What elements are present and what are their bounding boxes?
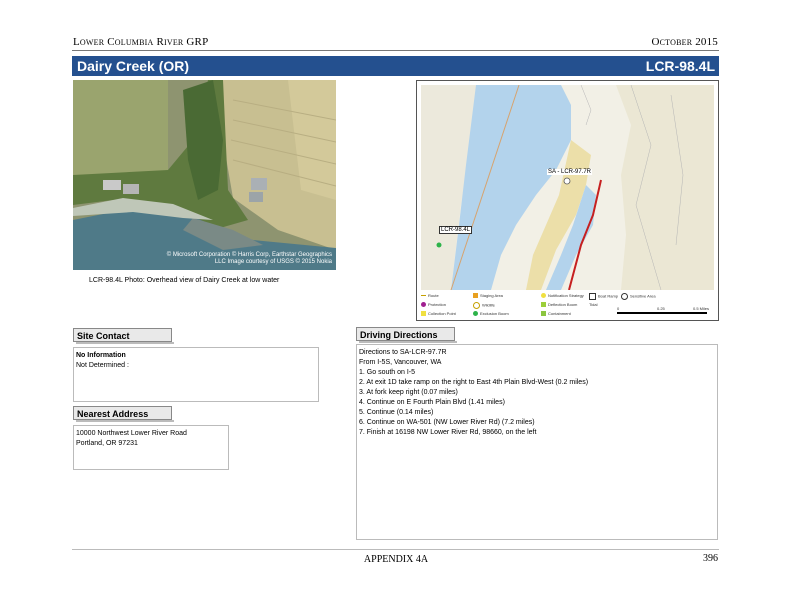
map-label-staging-area: SA - LCR-97.7R: [547, 169, 593, 175]
header-title: Lower Columbia River GRP: [73, 36, 209, 48]
north-arrow-icon: [621, 293, 628, 300]
legend-deflection: Deflection Boom: [548, 302, 578, 307]
map-legend: Route Protection Collection Point Stagin…: [421, 291, 714, 318]
route-line-icon: [421, 295, 426, 297]
direction-line: 3. At fork keep right (0.07 miles): [359, 389, 458, 396]
site-contact-detail: Not Determined :: [76, 362, 129, 369]
site-name: Dairy Creek (OR): [77, 58, 190, 74]
direction-line: From I-5S, Vancouver, WA: [359, 359, 442, 366]
site-map: SA - LCR-97.7R LCR-98.4L Route Protectio…: [416, 80, 719, 321]
header-date: October 2015: [651, 36, 718, 48]
nearest-address-box: 10000 Northwest Lower River Road Portlan…: [73, 425, 229, 470]
legend-notification: Notification Strategy: [548, 293, 584, 298]
protection-dot-icon: [421, 302, 426, 308]
scale-0: 0: [617, 306, 620, 311]
photo-caption: LCR-98.4L Photo: Overhead view of Dairy …: [89, 277, 280, 284]
collection-icon: [421, 311, 426, 317]
legend-collection: Collection Point: [428, 311, 456, 316]
direction-line: 1. Go south on I-5: [359, 369, 416, 376]
address-line-1: 10000 Northwest Lower River Road: [76, 430, 187, 437]
direction-line: 7. Finish at 16198 NW Lower River Rd, 98…: [359, 429, 537, 436]
direction-line: 4. Continue on E Fourth Plain Blvd (1.41…: [359, 399, 505, 406]
site-code: LCR-98.4L: [645, 58, 715, 74]
containment-icon: [541, 311, 546, 317]
header-rule: [72, 50, 719, 51]
map-image: [421, 85, 714, 290]
direction-line: Directions to SA-LCR-97.7R: [359, 349, 447, 356]
driving-directions-box: Directions to SA-LCR-97.7R From I-5S, Va…: [356, 344, 718, 540]
direction-line: 5. Continue (0.14 miles): [359, 409, 434, 416]
site-contact-label: Site Contact: [73, 328, 174, 344]
nearest-address-label: Nearest Address: [73, 406, 174, 422]
exclusion-boom-icon: [473, 311, 478, 317]
driving-directions-label: Driving Directions: [356, 327, 457, 343]
scale-1: 0.25: [657, 306, 665, 311]
site-title-bar: Dairy Creek (OR) LCR-98.4L: [72, 56, 719, 76]
photo-credit-line-1: © Microsoft Corporation © Harris Corp, E…: [166, 252, 332, 258]
direction-line: 6. Continue on WA-501 (NW Lower River Rd…: [359, 419, 535, 426]
scale-2: 0.5 Miles: [693, 306, 710, 311]
deflection-boom-icon: [541, 302, 546, 308]
map-label-site: LCR-98.4L: [439, 226, 473, 234]
legend-sensitive: Sensitive Area: [630, 293, 656, 299]
site-contact-box: No Information Not Determined :: [73, 347, 319, 402]
legend-route: Route: [428, 293, 439, 298]
legend-containment: Containment: [548, 311, 571, 316]
aerial-photo: © Microsoft Corporation © Harris Corp, E…: [73, 80, 336, 270]
footer-rule: [72, 549, 719, 550]
address-line-2: Portland, OR 97231: [76, 440, 138, 447]
staging-area-icon: [473, 293, 478, 299]
footer-appendix: APPENDIX 4A: [363, 554, 429, 565]
legend-boat-ramp: Boat Ramp: [598, 293, 619, 299]
wildlife-icon: [473, 302, 480, 309]
aerial-photo-image: [73, 80, 336, 270]
legend-tidal: Tidal: [589, 302, 598, 307]
photo-credit-line-2: LLC Image courtesy of USGS © 2015 Nokia: [214, 259, 332, 265]
boat-ramp-icon: [589, 293, 596, 300]
site-contact-name: No Information: [76, 352, 126, 359]
direction-line: 2. At exit 1D take ramp on the right to …: [359, 379, 589, 386]
scale-bar: [617, 312, 707, 314]
footer-page-number: 396: [703, 553, 718, 564]
legend-protection: Protection: [428, 302, 447, 307]
map-canvas: SA - LCR-97.7R LCR-98.4L: [421, 85, 714, 290]
notification-icon: [541, 293, 546, 299]
legend-wildlife: Wildlife: [482, 302, 495, 308]
legend-exclusion: Exclusion Boom: [480, 311, 509, 316]
legend-staging: Staging Area: [480, 293, 503, 298]
